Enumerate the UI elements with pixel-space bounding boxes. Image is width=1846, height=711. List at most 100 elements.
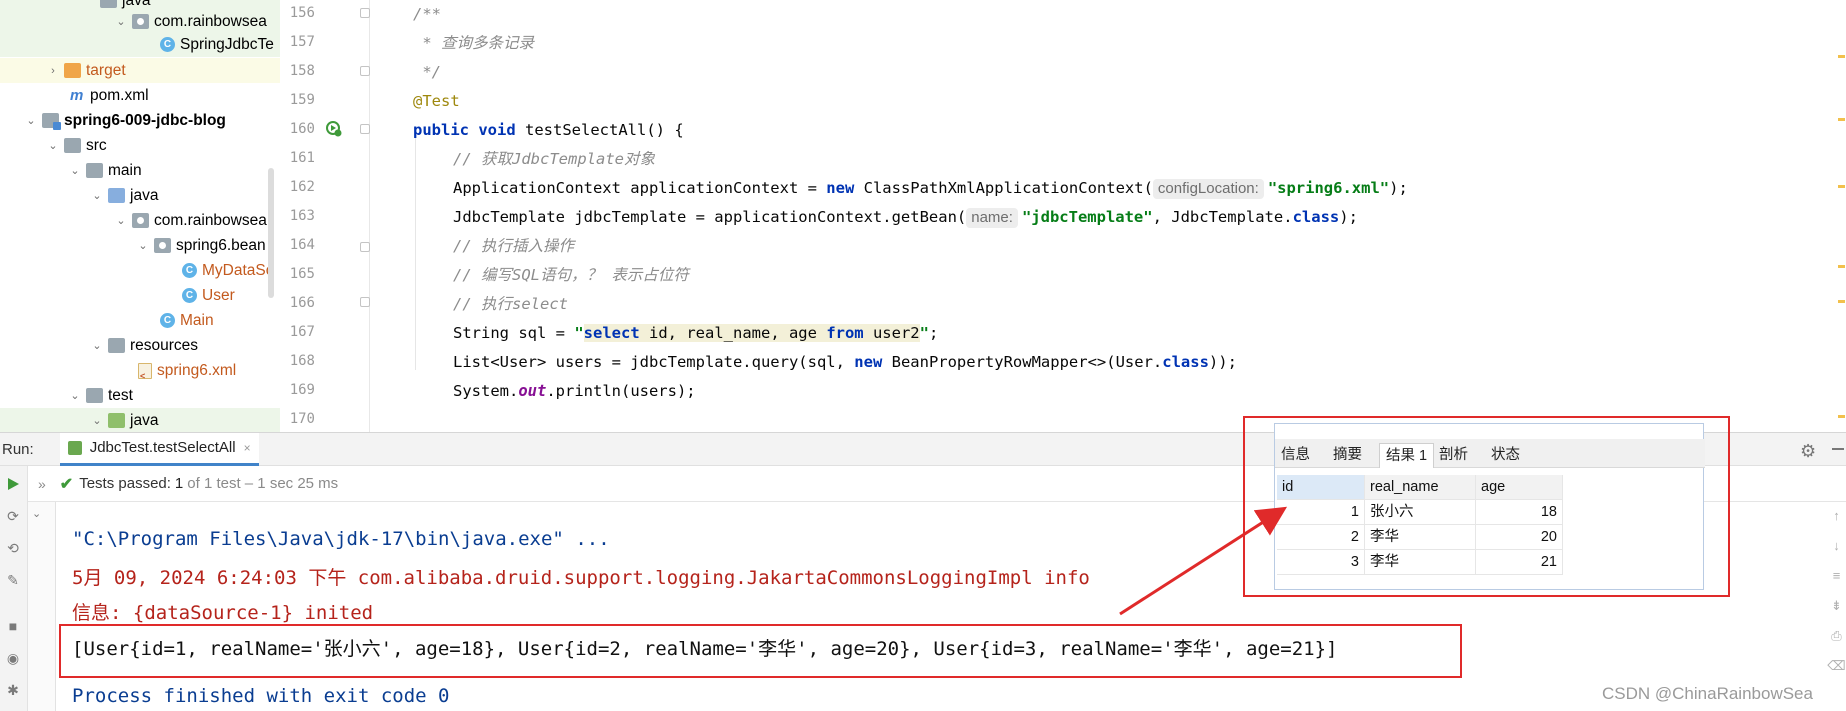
chevron-right-icon[interactable]: › (46, 64, 60, 78)
tree-item-spring6-xml[interactable]: spring6.xml (0, 358, 280, 383)
table-cell[interactable]: 20 (1476, 525, 1563, 550)
arrow-up-icon[interactable]: ↑ (1827, 508, 1846, 538)
chevron-down-icon[interactable]: ⌄ (90, 414, 104, 428)
result-highlight-box (59, 624, 1462, 678)
folder-icon (108, 338, 125, 353)
table-cell[interactable]: 张小六 (1365, 500, 1476, 525)
watermark: CSDN @ChinaRainbowSea (1602, 684, 1813, 703)
minimize-icon[interactable] (1832, 448, 1844, 450)
package-icon (132, 14, 149, 29)
wrench-icon[interactable]: ✎ (5, 572, 21, 588)
db-tab-info[interactable]: 信息 (1275, 443, 1316, 468)
chevron-down-icon[interactable]: ⌄ (90, 339, 104, 353)
tree-item-mydatasource[interactable]: C MyDataSo (0, 258, 280, 283)
chevron-down-icon[interactable]: ⌄ (24, 114, 38, 128)
db-tab-summary[interactable]: 摘要 (1327, 443, 1368, 468)
fold-marker-icon[interactable] (360, 8, 370, 18)
chevron-down-icon[interactable]: ⌄ (114, 214, 128, 228)
tree-item-test[interactable]: ⌄ test (0, 383, 280, 408)
expand-icon[interactable]: » (38, 476, 46, 492)
line-number: 167 (289, 324, 315, 340)
table-cell[interactable]: 1 (1277, 500, 1365, 525)
tree-item-module[interactable]: ⌄ spring6-009-jdbc-blog (0, 108, 280, 133)
rerun-icon[interactable] (5, 476, 21, 492)
code-editor[interactable]: /** * 查询多条记录 */ @Test public void testSe… (371, 0, 1846, 432)
settings-small-icon[interactable]: ✱ (5, 682, 21, 698)
tree-item-main[interactable]: ⌄ main (0, 158, 280, 183)
tree-item-target[interactable]: › target (0, 58, 280, 83)
chevron-down-icon[interactable]: ⌄ (136, 239, 150, 253)
table-cell[interactable]: 18 (1476, 500, 1563, 525)
tree-item-package[interactable]: ⌄ com.rainbowsea (0, 9, 280, 34)
db-tab-result[interactable]: 结果 1 (1379, 443, 1435, 468)
column-header-id[interactable]: id (1277, 475, 1365, 500)
code-line-160: public void testSelectAll() { (413, 121, 684, 139)
tree-item-java-test[interactable]: ⌄ java (0, 408, 280, 432)
error-stripe-mark[interactable] (1838, 118, 1845, 121)
class-icon: C (160, 313, 175, 328)
column-header-age[interactable]: age (1476, 475, 1563, 500)
error-stripe-mark[interactable] (1838, 300, 1845, 303)
fold-marker-icon[interactable] (360, 66, 370, 76)
test-tree-collapsed (28, 466, 56, 711)
line-number: 164 (289, 237, 315, 253)
tree-item-package-main[interactable]: ⌄ com.rainbowsea (0, 208, 280, 233)
table-cell[interactable]: 21 (1476, 550, 1563, 575)
tree-item-bean-package[interactable]: ⌄ spring6.bean (0, 233, 280, 258)
scroll-end-icon[interactable]: ⇟ (1827, 598, 1846, 628)
tree-item-class[interactable]: C SpringJdbcTe (0, 32, 280, 57)
rerun-failed-icon[interactable]: ⟳ (5, 508, 21, 524)
error-stripe-mark[interactable] (1838, 185, 1845, 188)
column-header-real-name[interactable]: real_name (1365, 475, 1476, 500)
db-tab-profile[interactable]: 剖析 (1433, 443, 1474, 468)
table-cell[interactable]: 2 (1277, 525, 1365, 550)
chevron-down-icon[interactable]: ⌄ (68, 164, 82, 178)
table-cell[interactable]: 李华 (1365, 550, 1476, 575)
tree-item-resources[interactable]: ⌄ resources (0, 333, 280, 358)
tree-item-user[interactable]: C User (0, 283, 280, 308)
line-number: 162 (289, 179, 315, 195)
row-pointer-icon: ▶ (1275, 508, 1282, 518)
class-icon: C (182, 263, 197, 278)
folder-icon (100, 0, 117, 8)
gear-icon[interactable]: ⚙ (1800, 441, 1816, 462)
table-cell[interactable]: 李华 (1365, 525, 1476, 550)
run-tab-jdbctest[interactable]: JdbcTest.testSelectAll × (59, 432, 259, 466)
code-line-159: @Test (413, 92, 460, 110)
fold-marker-icon[interactable] (360, 297, 370, 307)
camera-icon[interactable]: ◉ (5, 650, 21, 666)
error-stripe-mark[interactable] (1838, 415, 1845, 418)
db-tab-status[interactable]: 状态 (1485, 443, 1526, 468)
test-config-icon (67, 440, 82, 455)
line-number: 166 (289, 295, 315, 311)
stop-icon[interactable]: ■ (5, 618, 21, 634)
chevron-down-icon[interactable]: ⌄ (46, 139, 60, 153)
error-stripe-mark[interactable] (1838, 55, 1845, 58)
fold-marker-icon[interactable] (360, 124, 370, 134)
code-line-169: System.out.println(users); (453, 382, 696, 400)
chevron-down-icon[interactable]: ⌄ (68, 389, 82, 403)
soft-wrap-icon[interactable]: ≡ (1827, 568, 1846, 598)
code-line-157: * 查询多条记录 (413, 34, 534, 52)
tree-item-java-main[interactable]: ⌄ java (0, 183, 280, 208)
line-number: 159 (289, 92, 315, 108)
code-line-168: List<User> users = jdbcTemplate.query(sq… (453, 353, 1237, 371)
close-icon[interactable]: × (244, 441, 251, 455)
chevron-down-icon[interactable]: ⌄ (90, 189, 104, 203)
error-stripe-mark[interactable] (1838, 265, 1845, 268)
arrow-down-icon[interactable]: ↓ (1827, 538, 1846, 568)
trash-icon[interactable]: ⌫ (1827, 658, 1846, 688)
tree-item-src[interactable]: ⌄ src (0, 133, 280, 158)
fold-marker-icon[interactable] (360, 242, 370, 252)
table-cell[interactable]: 3 (1277, 550, 1365, 575)
toggle-autotest-icon[interactable]: ⟲ (5, 540, 21, 556)
print-icon[interactable]: ⎙ (1827, 628, 1846, 658)
chevron-down-icon[interactable]: ⌄ (114, 15, 128, 29)
run-test-gutter-icon[interactable] (325, 120, 343, 138)
tree-item-pom[interactable]: m pom.xml (0, 83, 280, 108)
package-icon (132, 213, 149, 228)
chevron-down-icon[interactable]: ⌄ (32, 507, 41, 520)
line-number: 165 (289, 266, 315, 282)
tree-scrollbar[interactable] (268, 168, 274, 298)
tree-item-main-class[interactable]: C Main (0, 308, 280, 333)
